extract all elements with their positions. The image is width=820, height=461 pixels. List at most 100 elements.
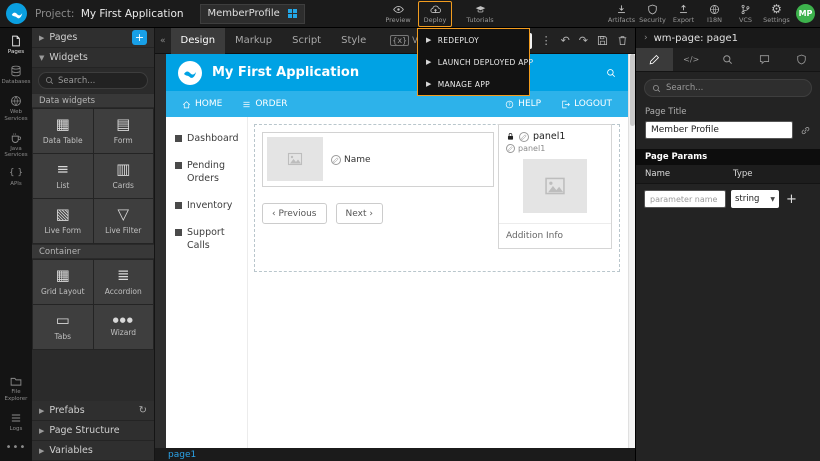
export-button[interactable]: Export [668,0,699,28]
add-page-button[interactable]: + [132,30,147,45]
preview-app-header[interactable]: My First Application [166,54,628,91]
widget-accordion[interactable]: ≣ Accordion [94,260,154,304]
security-button[interactable]: Security [637,0,668,28]
tab-properties[interactable] [636,48,673,71]
tab-search-props[interactable] [710,48,747,71]
widget-list[interactable]: ≡ List [33,154,93,198]
canvas-scrollbar[interactable] [628,54,635,448]
page-structure-section-header[interactable]: ▶ Page Structure [32,421,154,441]
more-options-icon[interactable]: ⋮ [541,34,552,47]
rail-item-web-services[interactable]: Web Services [0,91,32,128]
rail-item-more[interactable]: ••• [0,438,32,458]
widgets-search-input[interactable] [58,76,141,86]
collapse-left-panel-icon[interactable]: « [155,36,171,46]
widget-data-table[interactable]: ▦ Data Table [33,109,93,153]
widget-cards[interactable]: ▥ Cards [94,154,154,198]
design-canvas[interactable]: My First Application HOME ORD [166,54,628,448]
nav-item-help[interactable]: HELP [505,99,541,109]
tab-design[interactable]: Design [171,28,226,54]
bullet-icon [175,202,182,209]
param-row: string ▼ + [636,184,820,214]
top-bar: Project: My First Application MemberProf… [0,0,820,28]
page-selector[interactable]: MemberProfile [200,4,305,24]
undo-icon[interactable]: ↶ [561,34,570,47]
nav-item-logout[interactable]: LOGOUT [561,99,612,109]
studio-logo[interactable] [6,3,27,24]
page-title-input[interactable] [645,121,793,139]
menu-item-launch-deployed-app[interactable]: ▶ LAUNCH DEPLOYED APP [418,51,529,73]
bind-link-icon[interactable] [800,125,811,136]
widget-form[interactable]: ▤ Form [94,109,154,153]
panel1-subtitle-row: panel1 [499,142,611,159]
side-item-inventory[interactable]: Inventory [166,200,247,212]
pages-section-header[interactable]: ▶ Pages + [32,28,154,48]
tab-style[interactable]: Style [331,28,376,54]
deploy-button[interactable]: Deploy [418,1,452,27]
page-tab-page1[interactable]: page1 [168,450,196,460]
list-widget[interactable]: Name [262,132,494,187]
nav-item-home[interactable]: HOME [182,99,222,109]
widgets-section-header[interactable]: ▼ Widgets [32,48,154,68]
rail-item-logs[interactable]: Logs [0,408,32,438]
user-avatar[interactable]: MP [796,4,815,23]
tab-script[interactable]: Script [282,28,331,54]
preview-label: Preview [385,16,410,24]
side-item-dashboard[interactable]: Dashboard [166,133,247,145]
panel1-footer: Addition Info [499,223,611,248]
widget-live-filter[interactable]: ▽ Live Filter [94,199,154,243]
properties-search-input[interactable] [666,83,804,93]
right-panel-header[interactable]: › wm-page: page1 [636,28,820,48]
vcs-button[interactable]: VCS [730,0,761,28]
tabs-icon: ▭ [56,313,70,328]
i18n-button[interactable]: I18N [699,0,730,28]
widget-tabs[interactable]: ▭ Tabs [33,305,93,349]
save-icon[interactable] [597,35,608,46]
param-type-select[interactable]: string ▼ [731,190,779,208]
tutorials-button[interactable]: Tutorials [461,0,499,28]
menu-item-manage-app[interactable]: ▶ MANAGE APP [418,73,529,95]
preview-search-icon[interactable] [606,68,616,78]
redo-icon[interactable]: ↷ [579,34,588,47]
rail-item-databases[interactable]: Databases [0,61,32,91]
widget-grid-layout[interactable]: ▦ Grid Layout [33,260,93,304]
rail-item-pages[interactable]: Pages [0,31,32,61]
name-label-text: Name [344,155,371,165]
prefabs-section-header[interactable]: ▶ Prefabs ↻ [32,401,154,421]
panel1-widget[interactable]: panel1 panel1 [498,124,612,249]
side-item-pending-orders[interactable]: Pending Orders [166,160,247,185]
container-widgets-grid: ▦ Grid Layout ≣ Accordion ▭ Tabs ●●● Wiz… [32,259,154,350]
chevron-down-icon: ▼ [770,196,775,203]
delete-icon[interactable] [617,35,628,46]
tab-markup-props[interactable]: </> [673,48,710,71]
pages-grid-icon[interactable] [288,9,297,18]
panel1-header[interactable]: panel1 [499,125,611,142]
rail-item-apis[interactable]: { } APIs [0,164,32,193]
tab-security-props[interactable] [783,48,820,71]
side-item-support-calls[interactable]: Support Calls [166,227,247,252]
list-item-name-label[interactable]: Name [331,137,371,182]
params-table-header: Name Type [636,165,820,184]
variables-section-header[interactable]: ▶ Variables [32,441,154,461]
tab-comments[interactable] [746,48,783,71]
artifacts-download-icon [616,4,627,15]
rail-item-file-explorer[interactable]: File Explorer [0,371,32,408]
panel1-image-placeholder[interactable] [523,159,587,213]
artifacts-button[interactable]: Artifacts [606,0,637,28]
tab-markup[interactable]: Markup [225,28,282,54]
scrollbar-thumb[interactable] [630,54,635,126]
settings-button[interactable]: ⚙ Settings [761,0,792,28]
menu-item-redeploy[interactable]: ▶ REDEPLOY [418,29,529,51]
add-param-button[interactable]: + [786,192,797,207]
widget-wizard[interactable]: ●●● Wizard [94,305,154,349]
nav-item-order[interactable]: ORDER [242,99,287,109]
panel1-subtitle: panel1 [518,144,545,153]
widget-live-form[interactable]: ▧ Live Form [33,199,93,243]
param-name-input[interactable] [644,190,726,208]
next-button[interactable]: Next › [336,203,383,224]
previous-button[interactable]: ‹ Previous [262,203,327,224]
rail-item-java-services[interactable]: Java Services [0,128,32,165]
help-icon [505,100,514,109]
refresh-icon[interactable]: ↻ [139,405,147,416]
preview-eye-icon [393,4,404,15]
preview-button[interactable]: Preview [381,0,415,28]
